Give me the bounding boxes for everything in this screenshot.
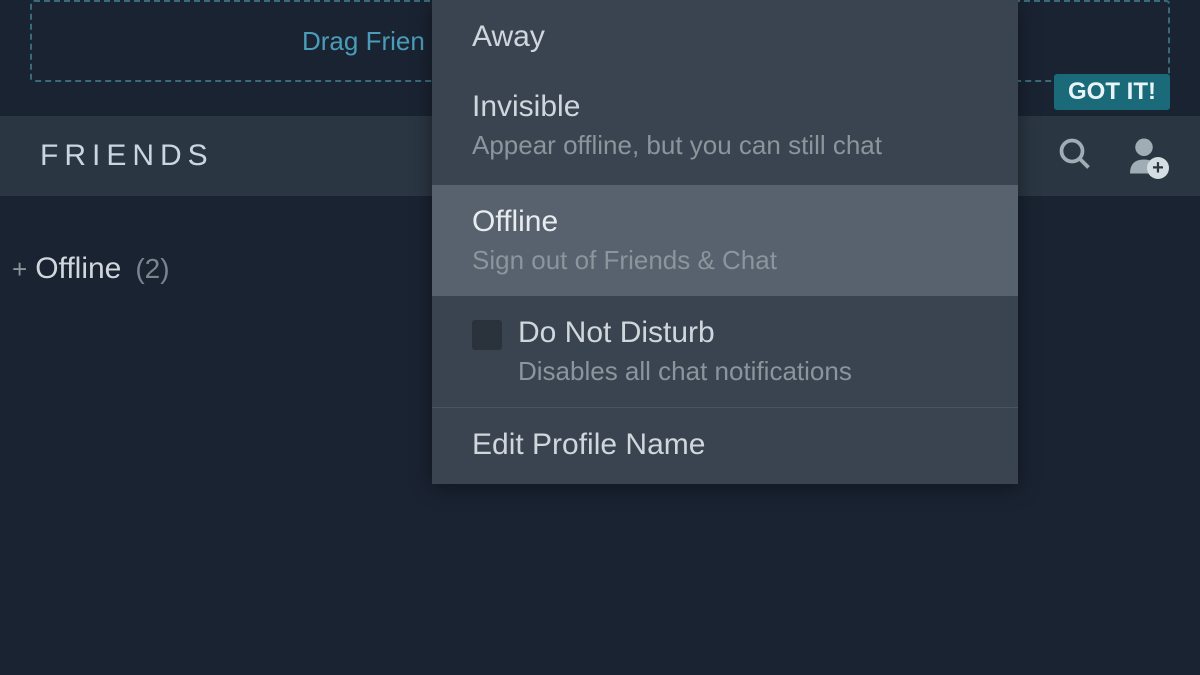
away-title: Away: [472, 20, 978, 54]
search-icon[interactable]: [1057, 136, 1093, 177]
header-icons: +: [1057, 135, 1165, 177]
plus-badge-icon: +: [1147, 157, 1169, 179]
edit-profile-title: Edit Profile Name: [472, 428, 978, 462]
invisible-subtitle: Appear offline, but you can still chat: [472, 130, 978, 161]
status-dropdown-menu: Away Invisible Appear offline, but you c…: [432, 0, 1018, 484]
offline-menu-title: Offline: [472, 205, 978, 239]
edit-profile-name-option[interactable]: Edit Profile Name: [432, 408, 1018, 484]
status-option-away[interactable]: Away: [432, 0, 1018, 74]
do-not-disturb-option[interactable]: Do Not Disturb Disables all chat notific…: [432, 296, 1018, 408]
dnd-text-container: Do Not Disturb Disables all chat notific…: [518, 316, 852, 387]
offline-label: Offline: [35, 252, 121, 286]
dnd-checkbox[interactable]: [472, 320, 502, 350]
drop-zone-text: Drag Frien: [302, 26, 425, 57]
offline-section-header[interactable]: + Offline (2): [12, 252, 170, 286]
offline-count: (2): [135, 253, 169, 285]
add-friend-icon[interactable]: +: [1123, 135, 1165, 177]
status-option-invisible[interactable]: Invisible Appear offline, but you can st…: [432, 74, 1018, 185]
invisible-title: Invisible: [472, 90, 978, 124]
got-it-button[interactable]: GOT IT!: [1054, 74, 1170, 110]
got-it-label: GOT IT!: [1068, 78, 1156, 105]
dnd-title: Do Not Disturb: [518, 316, 852, 350]
dnd-subtitle: Disables all chat notifications: [518, 356, 852, 387]
status-option-offline[interactable]: Offline Sign out of Friends & Chat: [432, 185, 1018, 296]
expand-icon: +: [12, 254, 27, 285]
friends-title: FRIENDS: [40, 139, 214, 173]
offline-menu-subtitle: Sign out of Friends & Chat: [472, 245, 978, 276]
